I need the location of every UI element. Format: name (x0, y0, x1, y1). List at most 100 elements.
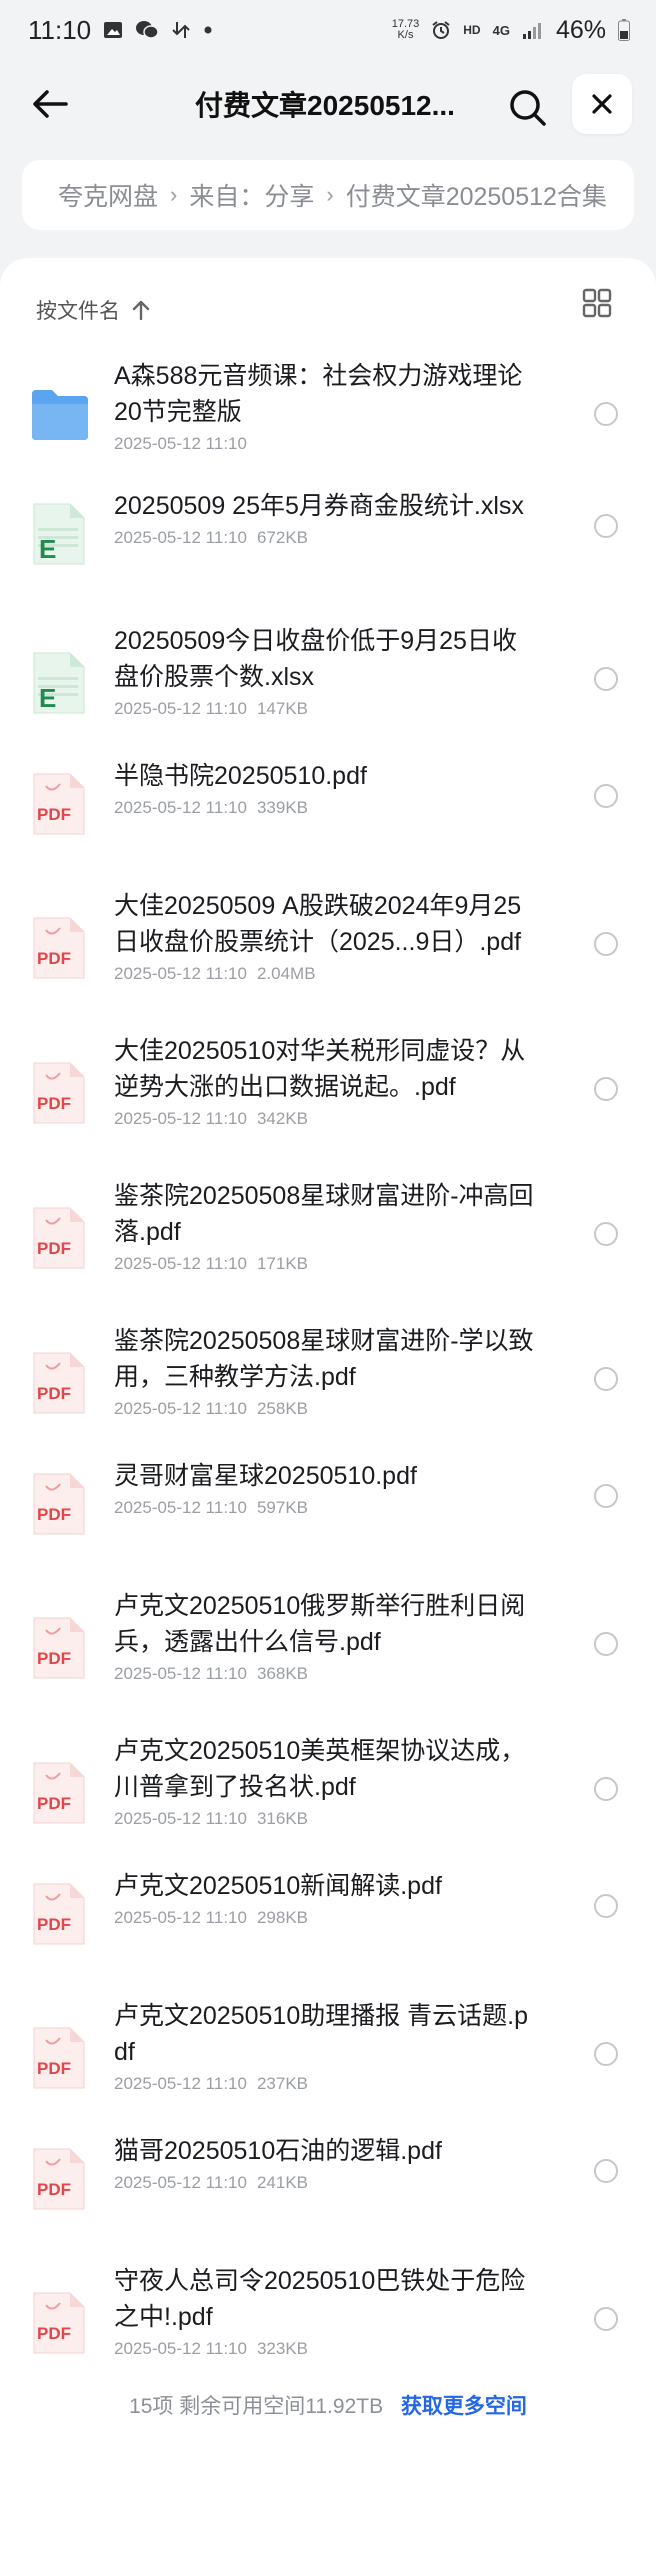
file-name: 灵哥财富星球20250510.pdf (114, 1462, 417, 1490)
grid-view-button[interactable] (582, 288, 612, 318)
file-date: 2025-05-12 11:10 (114, 2339, 247, 2358)
list-item[interactable]: PDF 卢克文20250510美英框架协议达成，川普拿到了投名状.pdf 2025-… (0, 1733, 656, 1843)
file-size: 298KB (256, 1908, 309, 1927)
sort-label: 按文件名 (36, 300, 120, 323)
svg-text:PDF: PDF (37, 1239, 71, 1258)
file-name: 猫哥20250510石油的逻辑.pdf (114, 2137, 442, 2165)
breadcrumb-item-current[interactable]: 付费文章20250512合集 (346, 177, 607, 213)
list-item[interactable]: PDF 大佳20250510对华关税形同虚设？从逆势大涨的出口数据说起。.pdf 2… (0, 1033, 656, 1143)
file-date: 2025-05-12 11:10 (114, 699, 247, 718)
svg-text:PDF: PDF (37, 1794, 71, 1813)
close-button[interactable] (572, 74, 632, 134)
select-radio[interactable] (594, 1222, 618, 1246)
file-size: 316KB (256, 1809, 309, 1828)
pdf-file-icon: PDF (30, 2026, 90, 2090)
list-item[interactable]: PDF 守夜人总司令20250510巴铁处于危险之中!.pdf 2025-05-12… (0, 2263, 656, 2373)
chevron-right-icon: › (170, 182, 178, 207)
list-item[interactable]: E 20250509 25年5月券商金股统计.xlsx 2025-05-12 11:… (0, 488, 656, 565)
list-item[interactable]: A森588元音频课：社会权力游戏理论20节完整版 2025-05-12 11:10 (0, 358, 656, 468)
sort-button[interactable]: 按文件名 (36, 288, 150, 332)
file-name: 守夜人总司令20250510巴铁处于危险之中!.pdf (114, 2267, 526, 2331)
pdf-file-icon: PDF (30, 1351, 90, 1415)
list-item[interactable]: PDF 鉴茶院20250508星球财富进阶-冲高回落.pdf 2025-05-12 … (0, 1178, 656, 1288)
select-radio[interactable] (594, 1077, 618, 1101)
folder-icon (30, 386, 90, 450)
file-name: 卢克文20250510俄罗斯举行胜利日阅兵，透露出什么信号.pdf (114, 1592, 526, 1656)
list-item[interactable]: PDF 卢克文20250510俄罗斯举行胜利日阅兵，透露出什么信号.pdf 2025… (0, 1588, 656, 1698)
svg-text:PDF: PDF (37, 1384, 71, 1403)
list-item[interactable]: PDF 猫哥20250510石油的逻辑.pdf 2025-05-12 11:10 24… (0, 2133, 656, 2211)
file-panel: 按文件名 A森588元音频课：社会权力游戏理论20节完整版 2025-05-12 … (0, 258, 656, 2560)
file-meta: 2025-05-12 11:10 597KB (114, 1498, 308, 1518)
select-radio[interactable] (594, 932, 618, 956)
file-date: 2025-05-12 11:10 (114, 2173, 247, 2192)
file-date: 2025-05-12 11:10 (114, 2074, 247, 2093)
file-size: 241KB (256, 2173, 309, 2192)
pdf-file-icon: PDF (30, 2291, 90, 2355)
select-radio[interactable] (594, 402, 618, 426)
file-size: 323KB (256, 2339, 309, 2358)
chevron-right-icon: › (326, 182, 334, 207)
pdf-file-icon: PDF (30, 2147, 90, 2211)
breadcrumb-item-root[interactable]: 夸克网盘 (58, 177, 158, 213)
svg-text:E: E (39, 534, 56, 564)
file-date: 2025-05-12 11:10 (114, 964, 247, 983)
file-date: 2025-05-12 11:10 (114, 1109, 247, 1128)
file-meta: 2025-05-12 11:10 339KB (114, 798, 308, 818)
select-radio[interactable] (594, 1777, 618, 1801)
file-size: 339KB (256, 798, 309, 817)
list-item[interactable]: PDF 大佳20250509 A股跌破2024年9月25日收盘价股票统计（2025… (0, 888, 656, 998)
select-radio[interactable] (594, 514, 618, 538)
select-radio[interactable] (594, 2307, 618, 2331)
file-name: 大佳20250509 A股跌破2024年9月25日收盘价股票统计（2025...… (114, 892, 522, 956)
select-radio[interactable] (594, 2159, 618, 2183)
breadcrumb-item-source[interactable]: 来自：分享 (189, 177, 314, 213)
file-name: 鉴茶院20250508星球财富进阶-学以致用，三种教学方法.pdf (114, 1327, 534, 1391)
file-meta: 2025-05-12 11:10 237KB (114, 2074, 308, 2094)
list-item[interactable]: PDF 半隐书院20250510.pdf 2025-05-12 11:10 339KB (0, 758, 656, 835)
file-name: 卢克文20250510助理播报 青云话题.pdf (114, 2002, 529, 2066)
file-meta: 2025-05-12 11:10 258KB (114, 1399, 308, 1419)
select-radio[interactable] (594, 2042, 618, 2066)
file-meta: 2025-05-12 11:10 171KB (114, 1254, 308, 1274)
file-date: 2025-05-12 11:10 (114, 434, 247, 453)
file-name: 半隐书院20250510.pdf (114, 762, 367, 790)
battery-percent: 46% (555, 15, 606, 44)
file-meta: 2025-05-12 11:10 342KB (114, 1109, 308, 1129)
select-radio[interactable] (594, 1484, 618, 1508)
file-size: 171KB (256, 1254, 309, 1273)
list-item[interactable]: PDF 灵哥财富星球20250510.pdf 2025-05-12 11:10 597… (0, 1458, 656, 1535)
file-meta: 2025-05-12 11:10 147KB (114, 699, 308, 719)
list-item[interactable]: PDF 鉴茶院20250508星球财富进阶-学以致用，三种教学方法.pdf 2025… (0, 1323, 656, 1433)
file-name: 大佳20250510对华关税形同虚设？从逆势大涨的出口数据说起。.pdf (114, 1037, 526, 1101)
file-size: 2.04MB (256, 964, 316, 983)
list-item[interactable]: PDF 卢克文20250510新闻解读.pdf 2025-05-12 11:10 29… (0, 1868, 656, 1945)
select-radio[interactable] (594, 1894, 618, 1918)
select-radio[interactable] (594, 1367, 618, 1391)
file-name: 卢克文20250510美英框架协议达成，川普拿到了投名状.pdf (114, 1737, 526, 1801)
list-item[interactable]: E 20250509今日收盘价低于9月25日收盘价股票个数.xlsx 2025-05… (0, 623, 656, 733)
file-meta: 2025-05-12 11:10 298KB (114, 1908, 308, 1928)
file-date: 2025-05-12 11:10 (114, 1809, 247, 1828)
list-item[interactable]: PDF 卢克文20250510助理播报 青云话题.pdf 2025-05-12 11… (0, 1998, 656, 2108)
select-radio[interactable] (594, 784, 618, 808)
file-date: 2025-05-12 11:10 (114, 1254, 247, 1273)
svg-text:E: E (39, 683, 56, 713)
status-time: 11:10 (28, 14, 92, 45)
file-size: 147KB (256, 699, 309, 718)
file-meta: 2025-05-12 11:10 672KB (114, 528, 308, 548)
file-size: 258KB (256, 1399, 309, 1418)
svg-text:PDF: PDF (37, 2059, 71, 2078)
back-button[interactable] (24, 78, 76, 130)
pdf-file-icon: PDF (30, 916, 90, 980)
select-radio[interactable] (594, 1632, 618, 1656)
file-name: 卢克文20250510新闻解读.pdf (114, 1872, 442, 1900)
select-radio[interactable] (594, 667, 618, 691)
file-size: 597KB (256, 1498, 309, 1517)
speed-unit: K/s (397, 29, 414, 41)
file-size: 368KB (256, 1664, 309, 1683)
file-name: 20250509今日收盘价低于9月25日收盘价股票个数.xlsx (114, 627, 517, 691)
file-meta: 2025-05-12 11:10 323KB (114, 2339, 308, 2359)
get-more-space-link[interactable]: 获取更多空间 (401, 2395, 527, 2418)
search-button[interactable] (502, 82, 554, 134)
